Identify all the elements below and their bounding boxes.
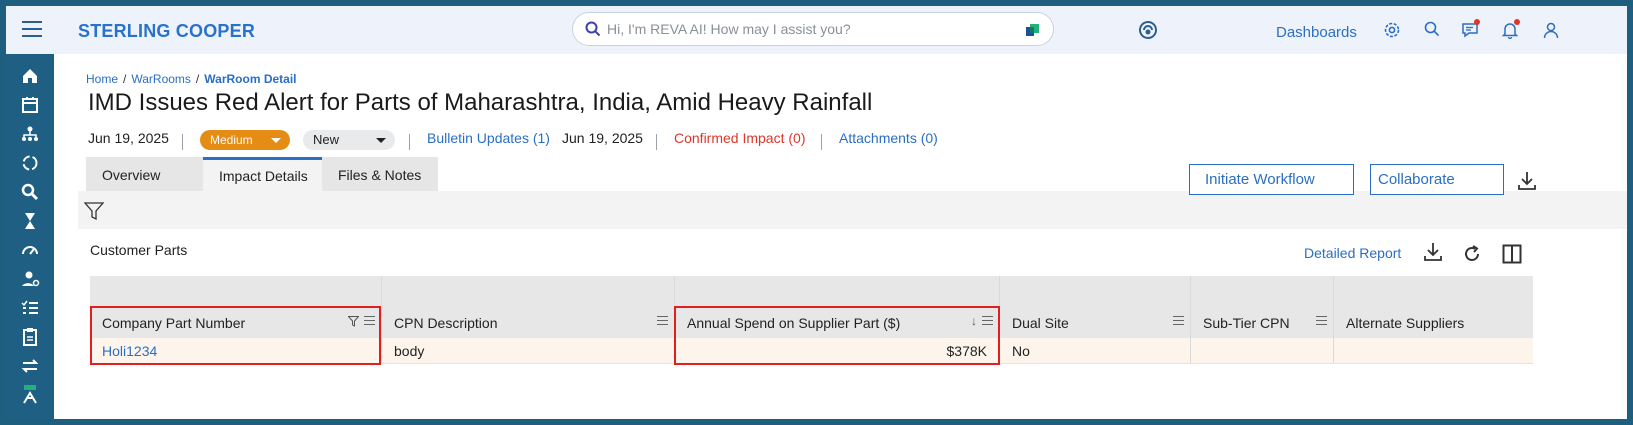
customer-parts-card: Customer Parts Detailed Report Company P… (78, 229, 1627, 419)
cell-cpn-description: body (382, 338, 675, 363)
gear-icon[interactable] (1383, 21, 1401, 39)
column-header-label: Alternate Suppliers (1346, 315, 1465, 331)
cell-dual-site: No (1000, 338, 1191, 363)
breadcrumb-home[interactable]: Home (86, 72, 118, 86)
search-icon (585, 21, 601, 37)
collaborate-button[interactable]: Collaborate (1370, 164, 1504, 195)
sidebar-transfer-icon[interactable] (20, 356, 40, 376)
app-window: STERLING COOPER Dashboards (6, 6, 1627, 419)
tab-overview[interactable]: Overview (86, 157, 203, 191)
event-date: Jun 19, 2025 (88, 130, 169, 146)
download-icon[interactable] (1422, 241, 1444, 263)
column-header-label: CPN Description (394, 315, 498, 331)
bulletin-updates-link[interactable]: Bulletin Updates (1) (427, 130, 550, 146)
search-input[interactable] (607, 19, 1007, 39)
sidebar-hourglass-icon[interactable] (20, 211, 40, 231)
column-group (1334, 276, 1533, 306)
menu-icon[interactable] (22, 21, 42, 37)
cell-sub-tier-cpn (1191, 338, 1334, 363)
sidebar-checklist-icon[interactable] (20, 298, 40, 318)
bulletin-date: Jun 19, 2025 (562, 130, 643, 146)
card-title: Customer Parts (90, 242, 188, 258)
notification-dot (1514, 19, 1520, 25)
support-agent-icon[interactable] (1138, 20, 1158, 40)
sidebar-search-people-icon[interactable] (20, 182, 40, 202)
cell-alternate-suppliers (1334, 338, 1533, 363)
column-menu-icon[interactable] (1316, 316, 1327, 328)
column-menu-icon[interactable] (1173, 316, 1184, 328)
messages-button[interactable] (1461, 19, 1481, 41)
confirmed-impact-link[interactable]: Confirmed Impact (0) (674, 130, 805, 146)
breadcrumb-warrooms[interactable]: WarRooms (131, 72, 191, 86)
column-menu-icon[interactable] (657, 316, 668, 328)
reva-ai-icon[interactable] (1025, 22, 1041, 38)
column-header-dual-site[interactable]: Dual Site (1000, 306, 1191, 338)
left-sidebar (6, 54, 54, 419)
breadcrumb: Home / WarRooms / WarRoom Detail (86, 72, 297, 86)
column-header-alternate-suppliers[interactable]: Alternate Suppliers (1334, 306, 1533, 338)
sidebar-refresh-cycle-icon[interactable] (20, 153, 40, 173)
divider (821, 134, 822, 150)
dashboards-link[interactable]: Dashboards (1276, 24, 1357, 41)
filter-icon[interactable] (84, 201, 104, 221)
download-icon[interactable] (1516, 170, 1538, 192)
column-group (675, 276, 1000, 306)
sidebar-home-icon[interactable] (20, 66, 40, 86)
divider (656, 134, 657, 150)
divider (182, 134, 183, 150)
column-group (1000, 276, 1191, 306)
page-title: IMD Issues Red Alert for Parts of Mahara… (88, 89, 873, 116)
refresh-icon[interactable] (1462, 244, 1482, 264)
column-group (90, 276, 382, 306)
sidebar-gauge-icon[interactable] (20, 240, 40, 260)
chevron-down-icon (376, 138, 386, 143)
column-header-label: Dual Site (1012, 315, 1069, 331)
column-header-cpn-description[interactable]: CPN Description (382, 306, 675, 338)
sidebar-clipboard-icon[interactable] (20, 327, 40, 347)
search-icon[interactable] (1424, 21, 1440, 37)
severity-dropdown[interactable]: Medium (200, 130, 290, 150)
column-header-label: Sub-Tier CPN (1203, 315, 1290, 331)
status-dropdown[interactable]: New (303, 130, 395, 150)
column-group (1191, 276, 1334, 306)
breadcrumb-current[interactable]: WarRoom Detail (204, 72, 296, 86)
detailed-report-link[interactable]: Detailed Report (1304, 245, 1401, 261)
sidebar-new-feature-icon[interactable] (20, 385, 40, 405)
column-header-sub-tier-cpn[interactable]: Sub-Tier CPN (1191, 306, 1334, 338)
status-value: New (313, 132, 340, 147)
sidebar-user-settings-icon[interactable] (20, 269, 40, 289)
columns-icon[interactable] (1502, 244, 1522, 264)
column-group-header-row (90, 276, 1533, 306)
user-profile-icon[interactable] (1542, 21, 1560, 39)
severity-value: Medium (210, 133, 253, 147)
tab-impact-details[interactable]: Impact Details (203, 157, 322, 191)
highlight-box (674, 306, 1000, 365)
column-group (382, 276, 675, 306)
notifications-button[interactable] (1501, 19, 1521, 41)
brand-logo[interactable]: STERLING COOPER (78, 21, 255, 42)
sidebar-calendar-icon[interactable] (20, 95, 40, 115)
tab-files-notes[interactable]: Files & Notes (322, 157, 438, 191)
sidebar-hierarchy-icon[interactable] (20, 124, 40, 144)
notification-dot (1474, 19, 1480, 25)
divider (409, 134, 410, 150)
highlight-box (90, 306, 381, 365)
search-bar[interactable] (572, 12, 1054, 46)
initiate-workflow-button[interactable]: Initiate Workflow (1189, 164, 1354, 195)
main-content: Home / WarRooms / WarRoom Detail IMD Issues … (54, 54, 1627, 419)
chevron-down-icon (271, 138, 281, 143)
attachments-link[interactable]: Attachments (0) (839, 130, 938, 146)
top-header: STERLING COOPER Dashboards (6, 6, 1627, 54)
